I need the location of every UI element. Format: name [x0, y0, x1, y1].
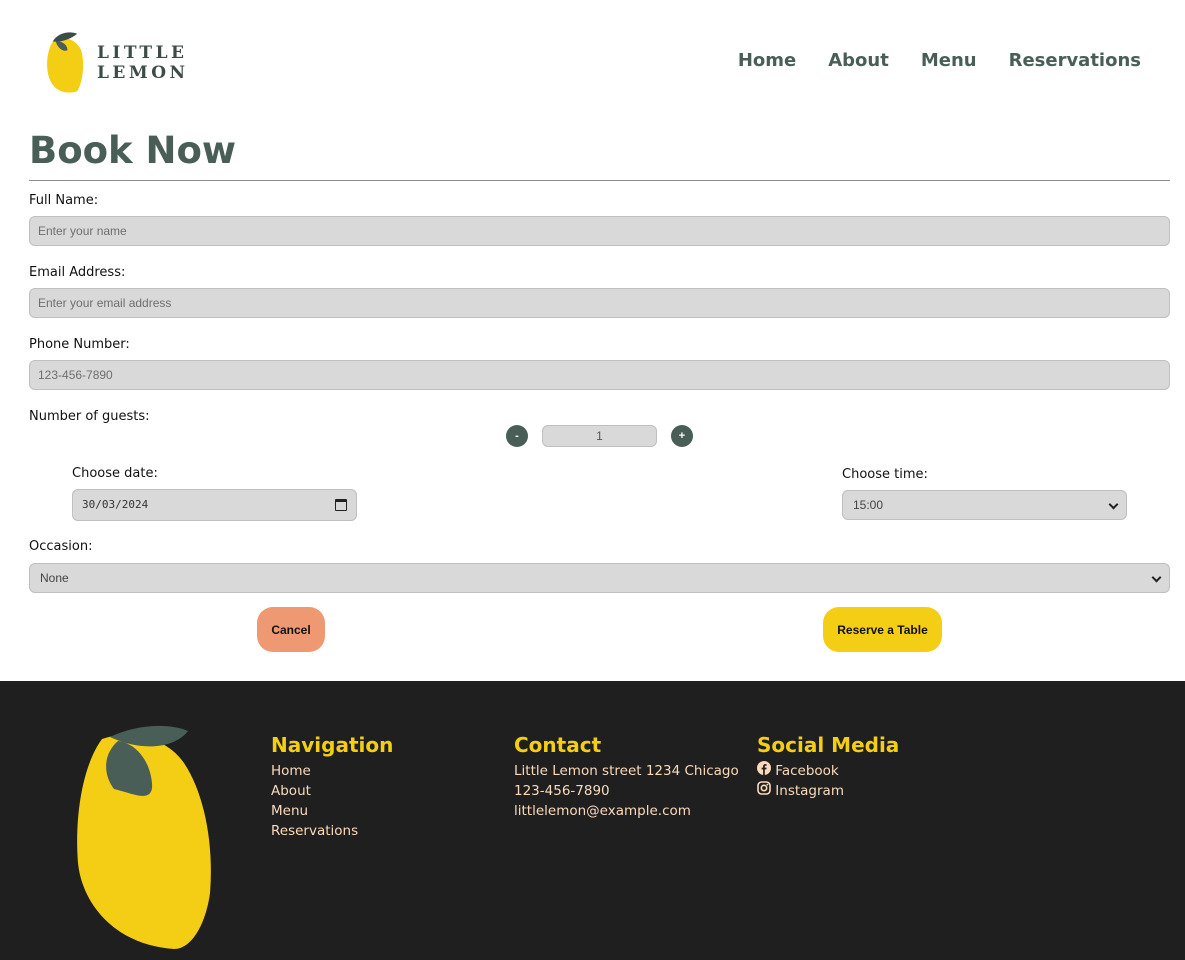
social-instagram-link[interactable]: Instagram — [757, 781, 899, 801]
brand-name: LITTLE LEMON — [96, 43, 189, 83]
guests-increment-button[interactable]: + — [671, 425, 693, 447]
instagram-icon — [757, 781, 771, 795]
cancel-button[interactable]: Cancel — [257, 607, 325, 652]
reserve-table-button[interactable]: Reserve a Table — [823, 607, 942, 652]
date-value: 30/03/2024 — [82, 498, 149, 511]
lemon-logo-icon — [47, 32, 84, 93]
guests-label: Number of guests: — [29, 409, 150, 424]
brand-logo[interactable]: LITTLE LEMON — [44, 28, 284, 98]
email-input[interactable] — [29, 288, 1170, 318]
contact-phone: 123-456-7890 — [514, 783, 610, 799]
footer-link-about[interactable]: About — [271, 781, 393, 801]
footer-link-reservations[interactable]: Reservations — [271, 821, 393, 841]
calendar-icon[interactable] — [335, 499, 347, 511]
contact-email: littlelemon@example.com — [514, 803, 691, 819]
footer-navigation: Navigation Home About Menu Reservations — [271, 733, 393, 841]
contact-address: Little Lemon street 1234 Chicago — [514, 763, 739, 779]
footer-link-home[interactable]: Home — [271, 761, 393, 781]
page-title: Book Now — [29, 129, 237, 172]
social-facebook-link[interactable]: Facebook — [757, 761, 899, 781]
date-label: Choose date: — [72, 466, 158, 481]
nav-home[interactable]: Home — [738, 50, 796, 71]
chevron-down-icon — [1108, 499, 1119, 510]
footer-link-menu[interactable]: Menu — [271, 801, 393, 821]
footer-social-heading: Social Media — [757, 733, 900, 757]
footer-lemon-icon — [77, 725, 211, 949]
guests-decrement-button[interactable]: - — [506, 425, 528, 447]
date-input[interactable]: 30/03/2024 — [72, 489, 357, 521]
occasion-label: Occasion: — [29, 539, 93, 554]
facebook-label: Facebook — [775, 763, 839, 779]
nav-about[interactable]: About — [828, 50, 889, 71]
occasion-select[interactable]: None — [29, 563, 1170, 593]
email-label: Email Address: — [29, 265, 126, 280]
footer-social: Social Media Facebook Instagram — [757, 733, 899, 801]
guests-count-field[interactable]: 1 — [542, 425, 657, 447]
phone-input[interactable] — [29, 360, 1170, 390]
footer-contact: Contact Little Lemon street 1234 Chicago… — [514, 733, 739, 821]
full-name-input[interactable] — [29, 216, 1170, 246]
phone-label: Phone Number: — [29, 337, 130, 352]
nav-reservations[interactable]: Reservations — [1009, 50, 1141, 71]
footer-nav-heading: Navigation — [271, 733, 394, 757]
instagram-label: Instagram — [775, 783, 844, 799]
footer-contact-heading: Contact — [514, 733, 602, 757]
site-footer: Navigation Home About Menu Reservations … — [0, 681, 1185, 960]
occasion-value: None — [40, 571, 69, 585]
site-header: LITTLE LEMON Home About Menu Reservation… — [0, 0, 1185, 120]
time-select[interactable]: 15:00 — [842, 490, 1127, 520]
title-divider — [29, 180, 1170, 181]
nav-menu[interactable]: Menu — [921, 50, 977, 71]
facebook-icon — [757, 761, 771, 775]
chevron-down-icon — [1151, 572, 1162, 583]
main-nav: Home About Menu Reservations — [738, 50, 1141, 71]
time-value: 15:00 — [853, 498, 884, 512]
time-label: Choose time: — [842, 467, 928, 482]
full-name-label: Full Name: — [29, 193, 99, 208]
